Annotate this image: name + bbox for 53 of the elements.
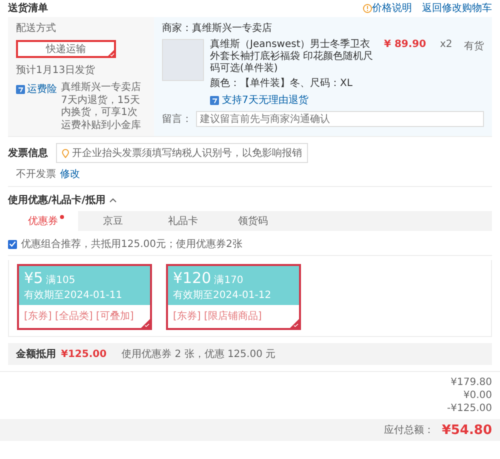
payable-amount: ¥54.80 (442, 422, 492, 438)
recommend-text: 优惠组合推荐，共抵用125.00元；使用优惠券2张 (21, 238, 242, 251)
return-policy-link[interactable]: 支持7天无理由退货 (222, 93, 308, 107)
summary-amount: ¥179.80 (450, 377, 492, 388)
seller-name: 商家：真维斯兴一专卖店 (162, 22, 273, 35)
product-quantity: x2 (440, 39, 454, 50)
product-photo-placeholder (162, 39, 204, 81)
discount-tab[interactable]: 优惠券 (8, 211, 78, 231)
invoice-status: 不开发票 (16, 168, 56, 181)
product-spec: 颜色：【单件装】冬、尺码：XL (210, 78, 354, 90)
summary-amount: ¥0.00 (463, 390, 492, 401)
recommend-checkbox[interactable] (8, 240, 17, 248)
message-label: 留言： (162, 112, 192, 126)
back-to-cart-link[interactable]: 返回修改购物车 (422, 1, 492, 15)
check-corner-icon (107, 49, 115, 57)
invoice-section-title: 发票信息 (8, 146, 48, 160)
coupon-threshold: 满170 (214, 274, 244, 287)
price-note-link[interactable]: 价格说明 (372, 1, 412, 15)
service-badge-link[interactable]: 运费险 (27, 82, 57, 96)
check-corner-icon (290, 319, 299, 328)
section-title: 送货清单 (8, 2, 48, 15)
delivery-option-button[interactable]: 快递运输 (16, 40, 116, 58)
caret-up-icon[interactable] (109, 197, 118, 203)
service-description: 真维斯兴一专卖店7天内退货，15天内换货，可享1次运费补贴到小金库 (61, 82, 142, 132)
check-corner-icon (141, 319, 150, 328)
discount-tab[interactable]: 礼品卡 (148, 211, 218, 231)
ship-estimate: 预计1月13日发货 (16, 64, 96, 77)
discount-summary-amount: ¥125.00 (61, 348, 107, 360)
summary-amount: -¥125.00 (447, 403, 492, 414)
message-input-field[interactable]: 建议留言前先与商家沟通确认 (196, 111, 484, 127)
coupon-tags: [东券] [全品类] [可叠加] (24, 309, 134, 323)
delivery-method-label: 配送方式 (16, 22, 57, 35)
coupon-amount: ¥120 (173, 269, 212, 287)
discount-tab[interactable]: 京豆 (78, 211, 148, 231)
discount-tab[interactable]: 领货码 (218, 211, 288, 231)
payable-label: 应付总额： (384, 424, 434, 437)
discount-section-title: 使用优惠/礼品卡/抵用 (8, 194, 106, 207)
info-icon (363, 4, 372, 12)
coupon-amount: ¥5 (24, 269, 44, 287)
coupon-threshold: 满105 (46, 274, 76, 287)
coupon-expiry: 有效期至2024-01-11 (24, 288, 124, 302)
stock-status: 有货 (464, 40, 484, 53)
discount-summary-label: 金额抵用 (16, 347, 56, 361)
invoice-edit-link[interactable]: 修改 (60, 167, 80, 181)
return-badge-icon (210, 96, 219, 104)
coupon-expiry: 有效期至2024-01-12 (173, 288, 272, 302)
invoice-tip-text: 开企业抬头发票须填写纳税人识别号，以免影响报销 (72, 146, 302, 160)
product-price: ¥ 89.90 (384, 39, 428, 50)
checkmark-icon (9, 241, 16, 247)
discount-summary-text: 使用优惠券 2 张，优惠 125.00 元 (122, 348, 276, 361)
product-title[interactable]: 真维斯（Jeanswest）男士冬季卫衣外套长袖打底衫福袋 印花颜色随机尺码可选(单件装) (210, 39, 378, 75)
coupon-tags: [东券] [限店铺商品] (173, 309, 262, 323)
location-pin-icon (62, 148, 69, 158)
